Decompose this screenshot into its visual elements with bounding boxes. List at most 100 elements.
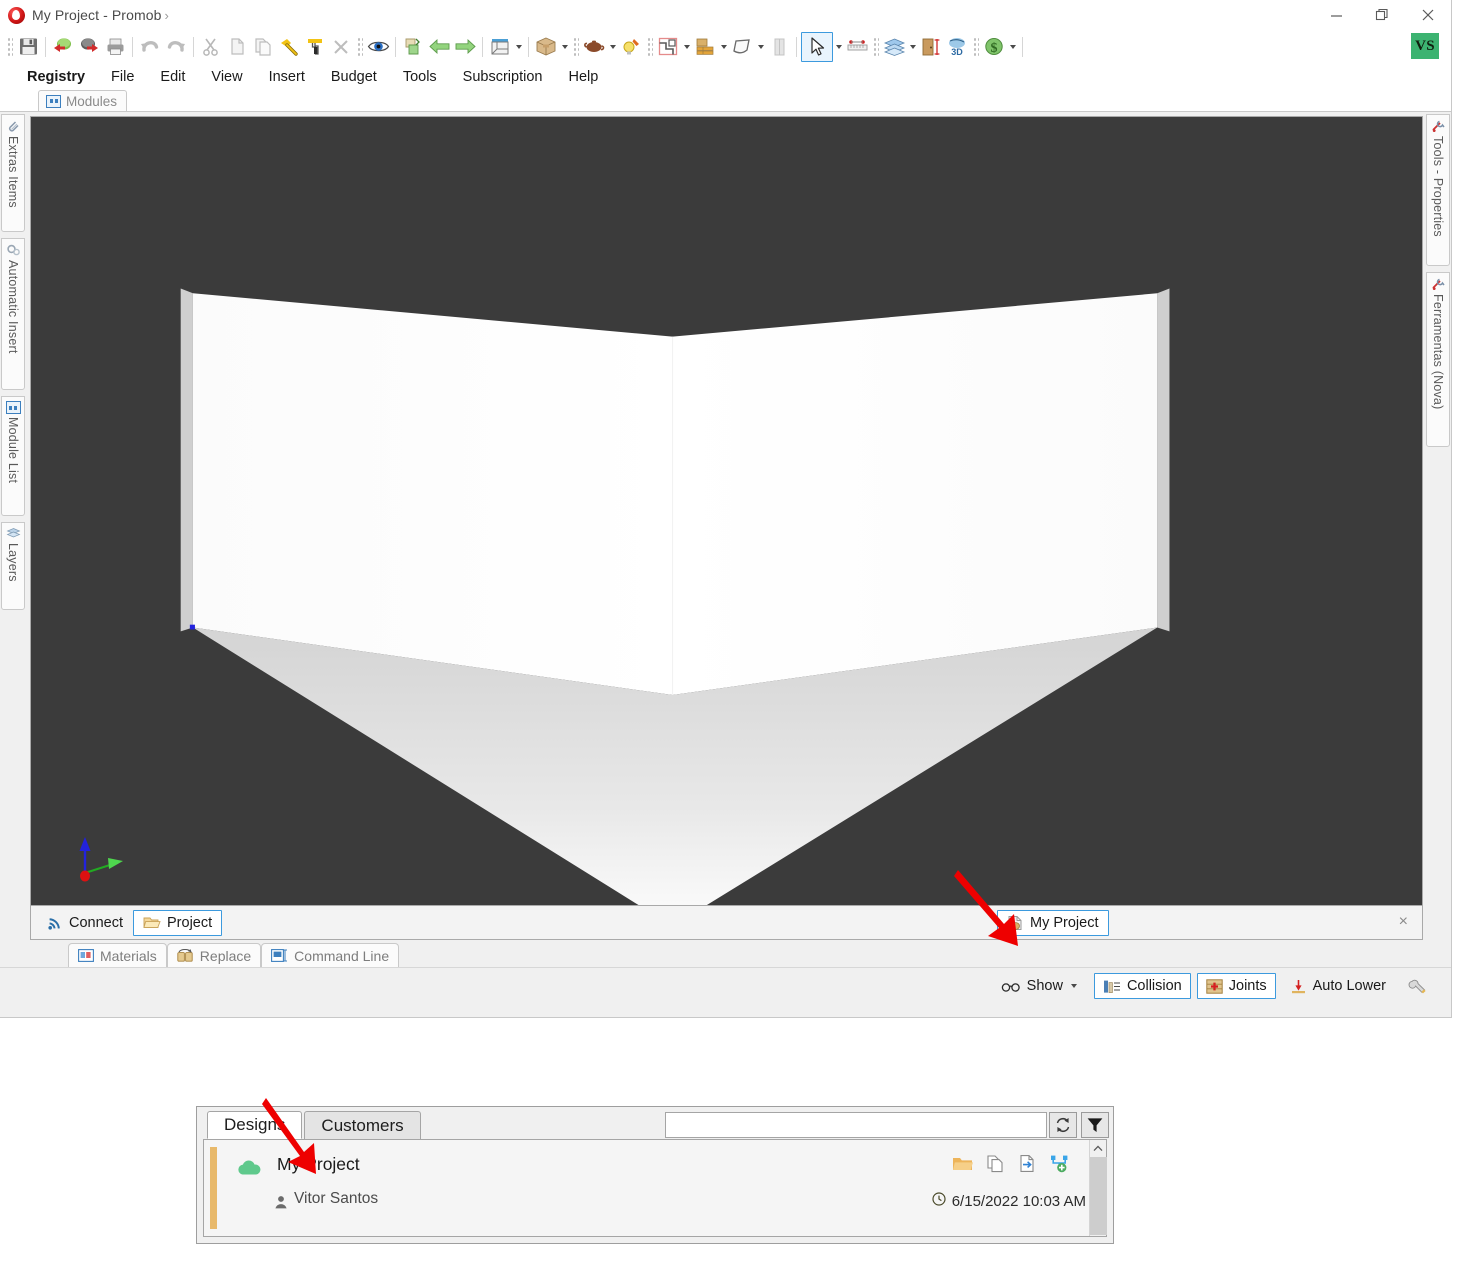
budget-money-icon[interactable]: $ [981,34,1007,60]
3d-viewport[interactable] [30,116,1423,906]
scroll-up-icon[interactable] [1090,1140,1106,1157]
menu-item-help[interactable]: Help [555,69,611,85]
shape-tool-icon[interactable] [729,34,755,60]
modules-icon [46,94,61,108]
floorplan-icon[interactable] [655,34,681,60]
copy-document-icon[interactable] [986,1154,1005,1178]
teapot-icon[interactable] [581,34,607,60]
sidebar-item-tools-properties[interactable]: Tools - Properties [1426,114,1450,266]
toolbar-grip[interactable] [6,35,13,58]
chevron-down-icon-8[interactable] [907,36,918,58]
door-panel-icon[interactable] [766,34,792,60]
open-project-icon[interactable] [50,34,76,60]
forward-arrow-icon[interactable] [452,34,478,60]
tab-connect[interactable]: Connect [37,910,133,936]
menu-item-view[interactable]: View [198,69,255,85]
chevron-down-icon[interactable] [513,36,524,58]
sidebar-item-extras-items-label: Extras Items [6,136,20,208]
menu-item-registry[interactable]: Registry [14,69,98,85]
tab-replace[interactable]: Replace [166,943,262,967]
light-bulb-icon[interactable] [618,34,644,60]
3d-view-icon[interactable]: 3D [944,34,970,60]
select-arrow-icon[interactable] [804,34,830,60]
status-collision-button[interactable]: Collision [1093,973,1191,999]
back-arrow-icon[interactable] [426,34,452,60]
chevron-down-icon-show[interactable] [1069,975,1080,997]
tab-designs-label: Designs [224,1115,286,1134]
list-scrollbar[interactable] [1089,1140,1107,1236]
chevron-down-icon-2[interactable] [559,36,570,58]
chevron-down-icon-6[interactable] [755,36,766,58]
refresh-button[interactable] [1049,1112,1077,1138]
filter-button[interactable] [1081,1112,1109,1138]
delete-icon[interactable] [328,34,354,60]
hammer-icon[interactable] [276,34,302,60]
viewport-tab-bar: Connect Project My Project × [30,906,1423,940]
toolbar-grip-3[interactable] [572,35,579,58]
menu-item-insert[interactable]: Insert [256,69,318,85]
designs-panel-tab-row: Designs Customers [197,1107,1113,1139]
paint-roller-icon[interactable] [302,34,328,60]
sidebar-item-layers[interactable]: Layers [1,522,25,610]
close-icon[interactable] [1405,0,1451,30]
chevron-down-icon-3[interactable] [607,36,618,58]
layers-icon[interactable] [881,34,907,60]
chevron-down-icon-5[interactable] [718,36,729,58]
scrollbar-thumb[interactable] [1090,1157,1107,1235]
toolbar-grip-2[interactable] [356,35,363,58]
sidebar-item-ferramentas-nova[interactable]: Ferramentas (Nova) [1426,272,1450,447]
tab-customers[interactable]: Customers [304,1111,421,1139]
box-3d-icon[interactable] [533,34,559,60]
menu-item-subscription[interactable]: Subscription [450,69,556,85]
toolbar-grip-6[interactable] [972,35,979,58]
maximize-icon[interactable] [1359,0,1405,30]
door-height-icon[interactable] [918,34,944,60]
status-collision-label: Collision [1126,978,1182,994]
menu-item-budget[interactable]: Budget [318,69,390,85]
cut-icon[interactable] [198,34,224,60]
tab-designs[interactable]: Designs [207,1111,303,1139]
sidebar-item-automatic-insert[interactable]: Automatic Insert [1,238,25,390]
redo-icon[interactable] [163,34,189,60]
status-auto-lower-button[interactable]: Auto Lower [1282,973,1394,999]
perspective-box-icon[interactable] [487,34,513,60]
menu-item-tools[interactable]: Tools [390,69,450,85]
menu-item-edit[interactable]: Edit [147,69,198,85]
search-input[interactable] [665,1112,1047,1138]
save-icon[interactable] [15,34,41,60]
tab-materials[interactable]: Materials [68,943,167,967]
document-tab-my-project[interactable]: My Project [997,910,1109,936]
save-project-icon[interactable] [76,34,102,60]
minimize-icon[interactable] [1313,0,1359,30]
wall-brick-icon[interactable] [692,34,718,60]
undo-icon[interactable] [137,34,163,60]
status-show-button[interactable]: Show [993,973,1088,999]
sidebar-item-module-list[interactable]: Module List [1,396,25,516]
sidebar-item-extras-items[interactable]: Extras Items [1,114,25,232]
tab-modules[interactable]: Modules [38,90,128,111]
user-initials-badge[interactable]: VS [1411,33,1439,59]
open-folder-icon[interactable] [952,1155,973,1177]
list-item[interactable]: My Project Vitor Santos 6/15/2022 10:03 … [204,1140,1107,1236]
render-icon[interactable] [400,34,426,60]
close-document-icon[interactable]: × [1399,914,1408,930]
eye-icon[interactable] [365,34,391,60]
chevron-down-icon-9[interactable] [1007,36,1018,58]
copy-icon[interactable] [224,34,250,60]
share-add-icon[interactable] [1050,1154,1070,1178]
status-joints-button[interactable]: Joints [1196,973,1276,999]
paste-icon[interactable] [250,34,276,60]
tab-command-line[interactable]: Command Line [261,943,400,967]
toolbar-grip-4[interactable] [646,35,653,58]
folder-open-icon [143,917,161,928]
select-arrow-tool[interactable] [801,31,833,62]
toolbar-grip-5[interactable] [872,35,879,58]
menu-item-file[interactable]: File [98,69,147,85]
status-wrench-button[interactable] [1400,973,1441,999]
tab-project[interactable]: Project [133,909,223,936]
chevron-down-icon-7[interactable] [833,36,844,58]
chevron-down-icon-4[interactable] [681,36,692,58]
export-document-icon[interactable] [1018,1154,1037,1178]
print-icon[interactable] [102,34,128,60]
measure-icon[interactable] [844,34,870,60]
